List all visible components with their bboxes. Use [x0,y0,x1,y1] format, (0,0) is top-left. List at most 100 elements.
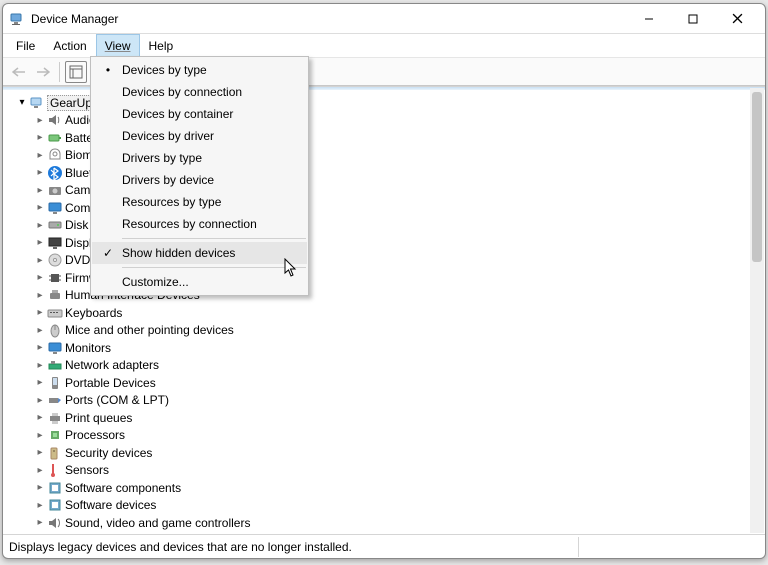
menu-devices-by-connection[interactable]: Devices by connection [92,81,307,103]
menu-drivers-by-device[interactable]: Drivers by device [92,169,307,191]
hid-icon [47,287,63,303]
tree-item-sound[interactable]: ▸ Sound, video and game controllers [3,514,765,532]
dvd-cd-icon [47,252,63,268]
chevron-right-icon[interactable]: ▸ [35,132,45,143]
chevron-right-icon[interactable]: ▸ [35,517,45,528]
tree-item-monitors[interactable]: ▸ Monitors [3,339,765,357]
back-button[interactable] [8,61,30,83]
chevron-right-icon[interactable]: ▸ [35,272,45,283]
chevron-right-icon[interactable]: ▸ [35,377,45,388]
menu-separator [122,238,306,239]
minimize-button[interactable] [627,5,671,33]
chevron-down-icon[interactable]: ▾ [17,97,27,108]
menu-help[interactable]: Help [140,34,183,57]
disk-drives-icon [47,217,63,233]
cameras-icon [47,182,63,198]
menu-view[interactable]: View [96,34,140,57]
tree-item-portable[interactable]: ▸ Portable Devices [3,374,765,392]
tree-item-sensors[interactable]: ▸Sensors [3,462,765,480]
network-icon [47,357,63,373]
chevron-right-icon[interactable]: ▸ [35,500,45,511]
tree-item-label: Software devices [65,498,156,512]
window: Device Manager File Action View Help ▾ [2,3,766,559]
menu-separator [122,267,306,268]
chevron-right-icon[interactable]: ▸ [35,482,45,493]
chevron-right-icon[interactable]: ▸ [35,412,45,423]
monitors-icon [47,340,63,356]
firmware-icon [47,270,63,286]
menu-file[interactable]: File [7,34,44,57]
vertical-scrollbar[interactable] [750,88,764,533]
chevron-right-icon[interactable]: ▸ [35,202,45,213]
software-components-icon [47,480,63,496]
chevron-right-icon[interactable]: ▸ [35,360,45,371]
print-queues-icon [47,410,63,426]
display-adapters-icon [47,235,63,251]
menu-resources-by-connection[interactable]: Resources by connection [92,213,307,235]
forward-button[interactable] [32,61,54,83]
scrollbar-thumb[interactable] [752,92,762,262]
menu-show-hidden-devices[interactable]: ✓Show hidden devices [92,242,307,264]
chevron-right-icon[interactable]: ▸ [35,290,45,301]
portable-icon [47,375,63,391]
mice-icon [47,322,63,338]
tree-item-label: Print queues [65,411,132,425]
audio-icon [47,112,63,128]
chevron-right-icon[interactable]: ▸ [35,237,45,248]
tree-item-label: Ports (COM & LPT) [65,393,169,407]
chevron-right-icon[interactable]: ▸ [35,430,45,441]
batteries-icon [47,130,63,146]
computer-icon [47,200,63,216]
maximize-button[interactable] [671,5,715,33]
menu-devices-by-container[interactable]: Devices by container [92,103,307,125]
status-text: Displays legacy devices and devices that… [9,540,352,554]
tree-item-ports[interactable]: ▸ Ports (COM & LPT) [3,392,765,410]
menu-devices-by-driver[interactable]: Devices by driver [92,125,307,147]
menu-resources-by-type[interactable]: Resources by type [92,191,307,213]
tree-item-print-queues[interactable]: ▸ Print queues [3,409,765,427]
tree-item-label: Keyboards [65,306,122,320]
tree-item-label: Portable Devices [65,376,156,390]
chevron-right-icon[interactable]: ▸ [35,342,45,353]
chevron-right-icon[interactable]: ▸ [35,185,45,196]
tree-item-software-components[interactable]: ▸ Software components [3,479,765,497]
tree-item-label: Network adapters [65,358,159,372]
window-title: Device Manager [31,12,118,26]
tree-item-label: Software components [65,481,181,495]
toolbar-separator [59,62,60,82]
tree-item-label: Mice and other pointing devices [65,323,234,337]
tree-item-label: Sound, video and game controllers [65,516,250,530]
chevron-right-icon[interactable]: ▸ [35,150,45,161]
sensors-icon [47,462,63,478]
chevron-right-icon[interactable]: ▸ [35,447,45,458]
chevron-right-icon[interactable]: ▸ [35,255,45,266]
chevron-right-icon[interactable]: ▸ [35,465,45,476]
tree-item-label: Monitors [65,341,111,355]
ports-icon [47,392,63,408]
tree-item-processors[interactable]: ▸ Processors [3,427,765,445]
keyboards-icon [47,305,63,321]
menu-devices-by-type[interactable]: •Devices by type [92,59,307,81]
tree-item-software-devices[interactable]: ▸ Software devices [3,497,765,515]
chevron-right-icon[interactable]: ▸ [35,115,45,126]
close-button[interactable] [715,5,759,33]
software-devices-icon [47,497,63,513]
tree-item-keyboards[interactable]: ▸ Keyboards [3,304,765,322]
processors-icon [47,427,63,443]
chevron-right-icon[interactable]: ▸ [35,325,45,336]
tree-item-security[interactable]: ▸Security devices [3,444,765,462]
menu-drivers-by-type[interactable]: Drivers by type [92,147,307,169]
tree-item-label: Processors [65,428,125,442]
menu-customize[interactable]: Customize... [92,271,307,293]
view-dropdown-menu: •Devices by type Devices by connection D… [90,56,309,296]
properties-button[interactable] [65,61,87,83]
titlebar: Device Manager [3,4,765,34]
chevron-right-icon[interactable]: ▸ [35,220,45,231]
chevron-right-icon[interactable]: ▸ [35,395,45,406]
security-icon [47,445,63,461]
tree-item-mice[interactable]: ▸ Mice and other pointing devices [3,322,765,340]
chevron-right-icon[interactable]: ▸ [35,307,45,318]
chevron-right-icon[interactable]: ▸ [35,167,45,178]
tree-item-network[interactable]: ▸ Network adapters [3,357,765,375]
menu-action[interactable]: Action [44,34,95,57]
